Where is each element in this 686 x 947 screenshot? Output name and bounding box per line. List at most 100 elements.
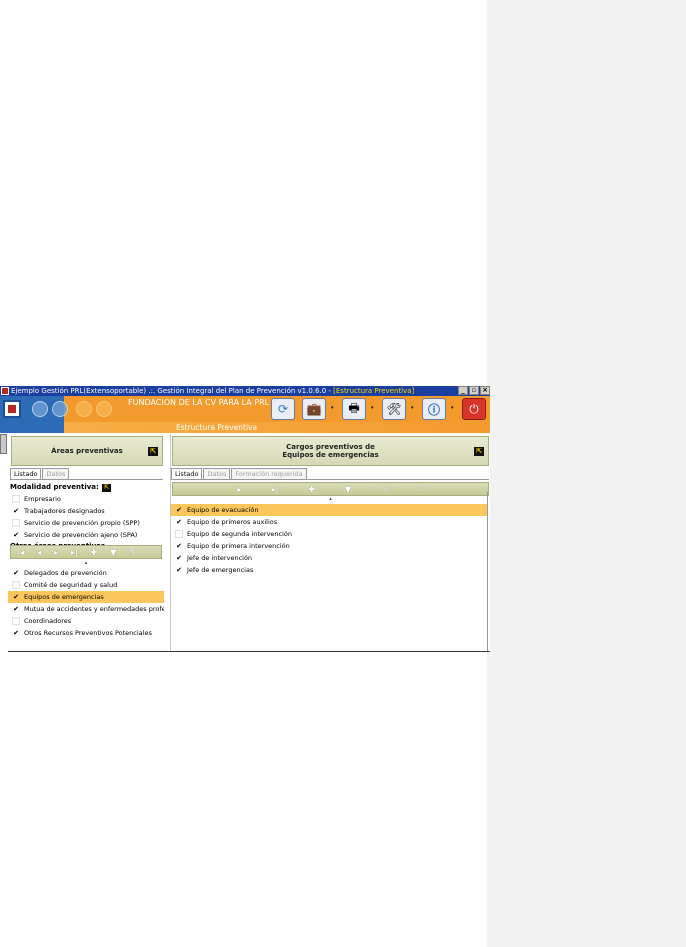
checkbox[interactable]: ✔ xyxy=(12,629,20,637)
right-panel: Cargos preventivos de Equipos de emergen… xyxy=(170,434,490,652)
tools-button[interactable]: 🛠 xyxy=(382,398,406,420)
list-item-selected[interactable]: ✔ Equipos de emergencias xyxy=(8,591,164,603)
item-label: Comité de seguridad y salud xyxy=(24,581,118,589)
first-record-button[interactable]: |◂ xyxy=(17,548,24,557)
filter-button[interactable]: ▼ xyxy=(345,485,351,494)
document-page: Ejemplo Gestión PRL(Extensoportable) .:.… xyxy=(0,0,686,947)
cargos-header-line2: Equipos de emergencias xyxy=(282,451,379,459)
helmet-icon xyxy=(32,401,48,417)
prev-record-button[interactable]: ◂ xyxy=(37,548,41,557)
left-panel: Áreas preventivas ⇱ Listado Datos Modali… xyxy=(8,434,164,652)
checkbox[interactable]: ✔ xyxy=(175,566,183,574)
tab-listado[interactable]: Listado xyxy=(10,468,42,479)
briefcase-button[interactable]: 💼 xyxy=(302,398,326,420)
tab-listado[interactable]: Listado xyxy=(171,468,203,479)
briefcase-dropdown-arrow[interactable]: ▾ xyxy=(331,406,336,411)
exit-button[interactable]: ⏻ xyxy=(462,398,486,420)
scroll-up-caret[interactable]: ▴ xyxy=(172,496,489,502)
add-button[interactable]: ✚ xyxy=(91,548,98,557)
print-button[interactable]: 🖶 xyxy=(342,398,366,420)
tools-icon: 🛠 xyxy=(386,402,402,416)
item-label: Coordinadores xyxy=(24,617,72,625)
next-record-button[interactable]: ▸ xyxy=(54,548,58,557)
list-item[interactable]: ✔ Equipo de primeros auxilios xyxy=(171,516,487,528)
modalidad-list: Modalidad preventiva: ⇱ Empresario ✔ Traba… xyxy=(8,482,164,552)
item-label: Equipo de primera intervención xyxy=(187,542,290,550)
checkbox[interactable]: ✔ xyxy=(175,518,183,526)
sync-button[interactable]: ⟳ xyxy=(271,398,295,420)
print-dropdown-arrow[interactable]: ▾ xyxy=(371,406,376,411)
list-item[interactable]: Equipo de segunda intervención xyxy=(171,528,487,540)
checkbox[interactable]: ✔ xyxy=(175,506,183,514)
item-label: Delegados de prevención xyxy=(24,569,107,577)
add-button[interactable]: ✚ xyxy=(308,485,315,494)
filter-button[interactable]: ▼ xyxy=(110,548,116,557)
item-label: Equipos de emergencias xyxy=(24,593,104,601)
otras-list: ✔ Delegados de prevención Comité de segur… xyxy=(8,567,164,639)
tab-datos[interactable]: Datos xyxy=(203,468,231,479)
edit-button[interactable]: ✎ xyxy=(129,548,136,557)
checkbox[interactable]: ✔ xyxy=(175,554,183,562)
checkbox[interactable] xyxy=(12,581,20,589)
list-item[interactable]: ✔ Trabajadores designados xyxy=(8,505,164,517)
last-record-button[interactable]: ▸| xyxy=(71,548,78,557)
checkbox[interactable] xyxy=(12,495,20,503)
tab-datos[interactable]: Datos xyxy=(42,468,70,479)
fullscreen-button[interactable]: ⛶ xyxy=(149,547,155,557)
list-item[interactable]: ✔ Jefe de emergencias xyxy=(171,564,487,576)
ear-protection-icon xyxy=(76,401,92,417)
tools-dropdown-arrow[interactable]: ▾ xyxy=(411,406,416,411)
left-navigator: |◂ ◂ ▸ ▸| ✚ ▼ ✎ ⛶ xyxy=(10,545,162,559)
next-record-button[interactable]: ▸ xyxy=(238,485,242,494)
banner-left-block xyxy=(0,396,68,422)
item-label: Empresario xyxy=(24,495,61,503)
item-label: Servicio de prevención ajeno (SPA) xyxy=(24,531,138,539)
list-item[interactable]: Comité de seguridad y salud xyxy=(8,579,164,591)
checkbox[interactable]: ✔ xyxy=(12,593,20,601)
section-title: Estructura Preventiva xyxy=(176,423,258,432)
checkbox[interactable]: ✔ xyxy=(12,605,20,613)
list-item[interactable]: ✔ Mutua de accidentes y enfermedades prof… xyxy=(8,603,164,615)
list-item[interactable]: ✔ Otros Recursos Preventivos Potenciales xyxy=(8,627,164,639)
checkbox[interactable]: ✔ xyxy=(175,542,183,550)
item-label: Jefe de intervención xyxy=(187,554,253,562)
info-button[interactable]: ⓘ xyxy=(422,398,446,420)
list-item[interactable]: ✔ Equipo de primera intervención xyxy=(171,540,487,552)
modalidad-expand-icon[interactable]: ⇱ xyxy=(101,483,111,492)
glove-icon xyxy=(96,401,112,417)
fullscreen-button[interactable]: ⛶ xyxy=(418,484,424,494)
checkbox[interactable] xyxy=(12,519,20,527)
close-button[interactable]: × xyxy=(480,386,490,395)
cargos-header: Cargos preventivos de Equipos de emergen… xyxy=(172,436,489,466)
list-item[interactable]: Coordinadores xyxy=(8,615,164,627)
item-label: Equipo de evacuación xyxy=(187,506,259,514)
modalidad-label-text: Modalidad preventiva: xyxy=(10,483,99,491)
checkbox[interactable]: ✔ xyxy=(12,507,20,515)
window-title-module: [Estructura Preventiva] xyxy=(333,387,415,395)
item-label: Jefe de emergencias xyxy=(187,566,254,574)
info-dropdown-arrow[interactable]: ▾ xyxy=(451,406,456,411)
checkbox[interactable] xyxy=(175,530,183,538)
checkbox[interactable] xyxy=(12,617,20,625)
last-record-button[interactable]: ▸| xyxy=(272,485,279,494)
expand-icon[interactable]: ⇱ xyxy=(474,447,484,456)
minimize-button[interactable]: _ xyxy=(458,386,468,395)
list-item[interactable]: Empresario xyxy=(8,493,164,505)
side-splitter-handle[interactable] xyxy=(0,434,7,454)
tab-formacion[interactable]: Formación requerida xyxy=(231,468,307,479)
edit-button[interactable]: ✎ xyxy=(381,485,388,494)
maximize-button[interactable]: ▫ xyxy=(469,386,479,395)
scroll-up-caret[interactable]: ▴ xyxy=(10,560,162,566)
right-navigator: ▸ ▸| ✚ ▼ ✎ ⛶ xyxy=(172,482,489,496)
logo-icon xyxy=(3,400,21,418)
printer-icon: 🖶 xyxy=(348,400,360,415)
list-item[interactable]: ✔ Jefe de intervención xyxy=(171,552,487,564)
list-item[interactable]: Servicio de prevención propio (SPP) xyxy=(8,517,164,529)
expand-icon[interactable]: ⇱ xyxy=(148,447,158,456)
list-item-selected[interactable]: ✔ Equipo de evacuación xyxy=(171,504,487,516)
list-item[interactable]: ✔ Delegados de prevención xyxy=(8,567,164,579)
cargos-header-line1: Cargos preventivos de xyxy=(286,443,375,451)
checkbox[interactable]: ✔ xyxy=(12,569,20,577)
checkbox[interactable]: ✔ xyxy=(12,531,20,539)
list-item[interactable]: ✔ Servicio de prevención ajeno (SPA) xyxy=(8,529,164,541)
